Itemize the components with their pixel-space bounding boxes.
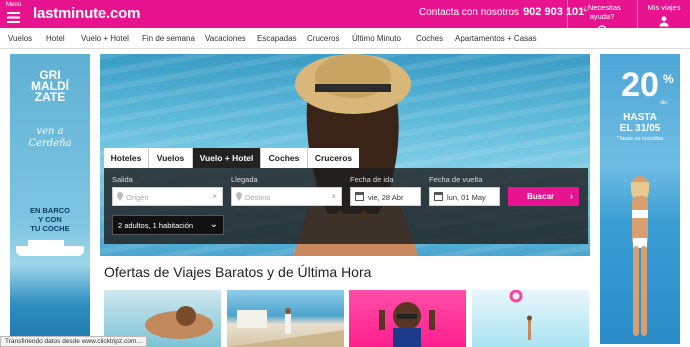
tab-coches[interactable]: Coches bbox=[261, 148, 308, 168]
my-trips-button[interactable]: Mis viajes bbox=[640, 3, 688, 27]
ad-model-image bbox=[630, 176, 650, 336]
passengers-value: 2 adultos, 1 habitación bbox=[118, 221, 194, 230]
ad-tagline-line: EN BARCO bbox=[29, 206, 70, 215]
divider bbox=[637, 0, 638, 28]
nav-item-vacaciones[interactable]: Vacaciones bbox=[205, 34, 246, 43]
destination-label: Llegada bbox=[231, 175, 258, 184]
ad-title-line: ZATE bbox=[34, 90, 66, 104]
tab-vuelos[interactable]: Vuelos bbox=[149, 148, 193, 168]
ad-until-line: EL 31/05 bbox=[619, 123, 661, 134]
clear-icon[interactable]: × bbox=[212, 192, 217, 201]
passengers-select[interactable]: 2 adultos, 1 habitación ⌄ bbox=[112, 215, 224, 235]
nav-item-vuelo-hotel[interactable]: Vuelo + Hotel bbox=[81, 34, 129, 43]
location-pin-icon bbox=[236, 192, 242, 201]
ad-tagline-line: Y CON bbox=[38, 215, 62, 224]
help-label: ¿Necesitas ayuda? bbox=[583, 3, 621, 21]
ad-percent: % bbox=[663, 72, 674, 86]
ad-tagline-line: TU COCHE bbox=[30, 224, 70, 233]
deal-card[interactable] bbox=[472, 290, 589, 347]
ad-until: HASTA EL 31/05 bbox=[600, 112, 680, 134]
origin-label: Salida bbox=[112, 175, 133, 184]
ad-script-line: Cerdeña bbox=[28, 138, 72, 149]
ad-dto: dto. bbox=[660, 100, 669, 106]
tab-hoteles[interactable]: Hoteles bbox=[104, 148, 149, 168]
divider bbox=[567, 0, 568, 28]
tab-vuelo-hotel[interactable]: Vuelo + Hotel bbox=[193, 148, 261, 168]
calendar-icon bbox=[355, 192, 364, 201]
deal-card[interactable] bbox=[349, 290, 466, 347]
depart-date-value: vie, 28 Abr bbox=[368, 193, 404, 202]
nav-item-ultimo-minuto[interactable]: Último Minuto bbox=[352, 34, 401, 43]
deal-card[interactable] bbox=[227, 290, 344, 347]
left-ad-banner[interactable]: GRI MALDÍ ZATE ven a Cerdeña EN BARCO Y … bbox=[10, 54, 90, 344]
destination-input[interactable]: Destino × bbox=[231, 187, 342, 206]
menu-button[interactable]: Menú bbox=[4, 2, 26, 26]
nav-item-vuelos[interactable]: Vuelos bbox=[8, 34, 32, 43]
chevron-down-icon: ⌄ bbox=[209, 219, 218, 230]
ad-tagline: EN BARCO Y CON TU COCHE bbox=[10, 206, 90, 233]
location-pin-icon bbox=[117, 192, 123, 201]
menu-label: Menú bbox=[6, 2, 22, 8]
ad-until-line: HASTA bbox=[623, 112, 657, 123]
nav-item-fin-de-semana[interactable]: Fin de semana bbox=[142, 34, 195, 43]
chevron-right-icon: › bbox=[570, 191, 573, 201]
calendar-icon bbox=[434, 192, 443, 201]
browser-status-bar: Transfiriendo datos desde www.clicktripz… bbox=[0, 336, 147, 347]
origin-input[interactable]: Origen × bbox=[112, 187, 223, 206]
depart-date-label: Fecha de ida bbox=[350, 175, 394, 184]
right-ad-banner[interactable]: 20 % dto. HASTA EL 31/05 *Tasas no inclu… bbox=[600, 54, 680, 344]
ad-note: *Tasas no incluidas bbox=[616, 136, 664, 142]
main-nav: Vuelos Hotel Vuelo + Hotel Fin de semana… bbox=[0, 28, 690, 49]
destination-placeholder: Destino bbox=[245, 193, 271, 202]
ad-script-text: ven a Cerdeña bbox=[10, 126, 90, 150]
deal-image bbox=[509, 290, 532, 340]
return-date-value: lun, 01 May bbox=[447, 193, 486, 202]
deal-image bbox=[227, 308, 344, 347]
offers-heading: Ofertas de Viajes Baratos y de Última Ho… bbox=[104, 264, 372, 280]
depart-date-field[interactable]: vie, 28 Abr bbox=[350, 187, 421, 206]
origin-placeholder: Origen bbox=[126, 193, 149, 202]
ship-hull bbox=[16, 246, 84, 256]
nav-item-hotel[interactable]: Hotel bbox=[46, 34, 65, 43]
ad-script-line: ven a bbox=[36, 126, 64, 137]
user-icon bbox=[659, 16, 669, 27]
top-bar: Menú lastminute.com Contacta con nosotro… bbox=[0, 0, 690, 35]
nav-item-coches[interactable]: Coches bbox=[416, 34, 443, 43]
search-button[interactable]: Buscar › bbox=[508, 187, 579, 206]
deal-image bbox=[379, 302, 435, 347]
search-button-label: Buscar bbox=[527, 192, 555, 201]
return-date-field[interactable]: lun, 01 May bbox=[429, 187, 500, 206]
clear-icon[interactable]: × bbox=[331, 192, 336, 201]
contact-text: Contacta con nosotros bbox=[419, 7, 520, 18]
logo[interactable]: lastminute.com bbox=[33, 5, 140, 22]
nav-item-escapadas[interactable]: Escapadas bbox=[257, 34, 297, 43]
nav-item-cruceros[interactable]: Cruceros bbox=[307, 34, 339, 43]
return-date-label: Fecha de vuelta bbox=[429, 175, 483, 184]
trips-label: Mis viajes bbox=[647, 3, 681, 12]
search-panel: Salida Origen × Llegada Destino × Fecha … bbox=[104, 168, 588, 244]
nav-item-apartamentos-casas[interactable]: Apartamentos + Casas bbox=[455, 34, 537, 43]
tab-cruceros[interactable]: Cruceros bbox=[308, 148, 359, 168]
contact-info: Contacta con nosotros 902 903 101 bbox=[419, 6, 584, 18]
hamburger-icon bbox=[7, 12, 20, 23]
